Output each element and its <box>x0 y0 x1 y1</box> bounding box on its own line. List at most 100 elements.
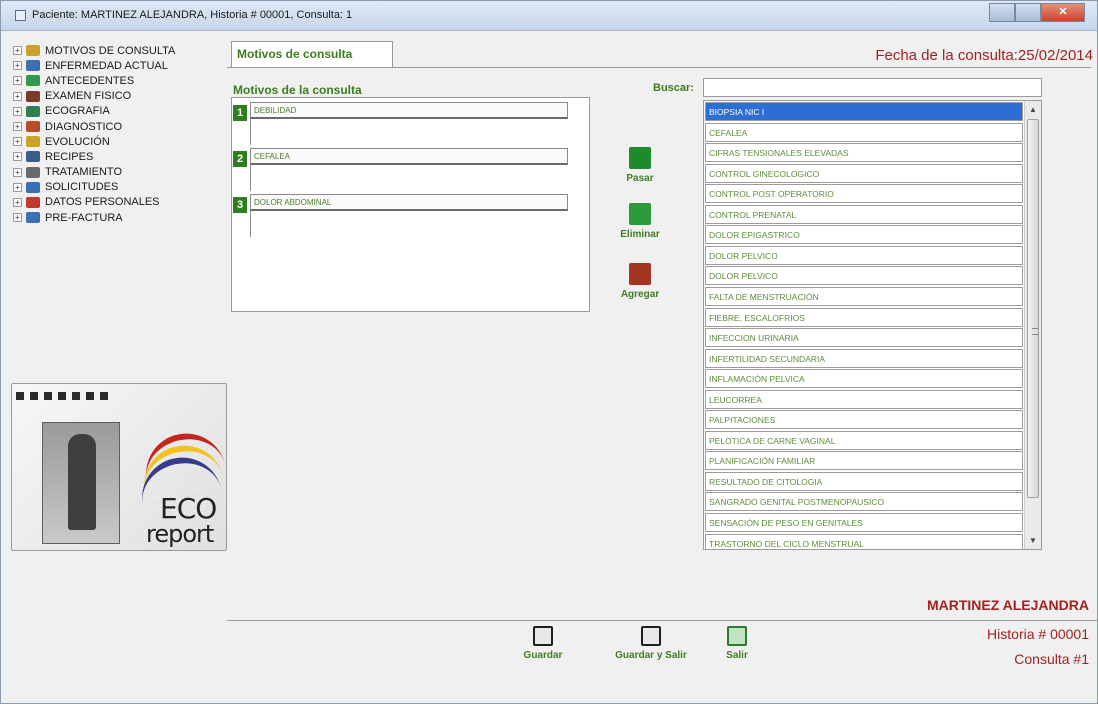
minimize-button[interactable] <box>989 3 1015 22</box>
salir-label: Salir <box>726 650 748 661</box>
exit-door-icon <box>727 626 747 646</box>
expand-icon[interactable]: + <box>13 106 22 116</box>
agregar-button[interactable]: Agregar <box>610 263 670 300</box>
list-item[interactable]: DOLOR EPIGASTRICO <box>705 225 1023 245</box>
tree-item[interactable]: + DIAGNOSTICO <box>13 119 218 134</box>
tree-item-label: PRE-FACTURA <box>45 211 123 224</box>
monitor-icon <box>26 105 40 117</box>
tree-item-label: SOLICITUDES <box>45 181 119 194</box>
list-item[interactable]: BIOPSIA NIC I <box>705 102 1023 121</box>
pasar-button[interactable]: Pasar <box>610 147 670 184</box>
tree-item[interactable]: + EXAMEN FISICO <box>13 89 218 104</box>
guardar-button[interactable]: Guardar <box>522 626 564 661</box>
motivo-notes-field[interactable] <box>250 165 568 191</box>
list-item[interactable]: FIEBRE, ESCALOFRIOS <box>705 307 1023 327</box>
expand-icon[interactable]: + <box>13 197 22 207</box>
tree-item-label: ANTECEDENTES <box>45 74 135 87</box>
logo-film-dots <box>16 392 108 400</box>
list-item[interactable]: SENSACIÓN DE PESO EN GENITALES <box>705 513 1023 532</box>
tree-item[interactable]: + EVOLUCIÓN <box>13 134 218 149</box>
tree-item[interactable]: + SOLICITUDES <box>13 180 218 195</box>
scroll-thumb[interactable] <box>1027 119 1039 498</box>
motivo-notes-field[interactable] <box>250 211 568 237</box>
scroll-up-arrow[interactable]: ▲ <box>1025 101 1041 118</box>
expand-icon[interactable]: + <box>13 76 22 86</box>
tree-item[interactable]: + RECIPES <box>13 149 218 164</box>
tab-motivos-de-consulta[interactable]: Motivos de consulta <box>231 41 393 67</box>
invoice-icon <box>26 212 40 224</box>
logo-text-report: report <box>146 520 214 548</box>
guardar-y-salir-label: Guardar y Salir <box>615 650 687 661</box>
tree-item[interactable]: + TRATAMIENTO <box>13 165 218 180</box>
motivos-panel: 1 DEBILIDAD 2 CEFALEA 3 DOLOR ABDOMINAL <box>231 97 590 312</box>
chart-icon <box>26 60 40 72</box>
close-button[interactable]: ✕ <box>1041 3 1085 22</box>
motivo-number: 1 <box>233 105 247 121</box>
consultation-date: Fecha de la consulta:25/02/2014 <box>875 47 1093 64</box>
list-item[interactable]: RESULTADO DE CITOLOGIA <box>705 471 1023 491</box>
tree-item-label: RECIPES <box>45 150 94 163</box>
people-icon <box>26 151 40 163</box>
bird-icon <box>26 121 40 133</box>
list-item[interactable]: FALTA DE MENSTRUACIÓN <box>705 286 1023 306</box>
list-item[interactable]: PLANIFICACIÓN FAMILIAR <box>705 451 1023 471</box>
list-item[interactable]: INFLAMACIÓN PELVICA <box>705 369 1023 389</box>
tree-item[interactable]: + PRE-FACTURA <box>13 210 218 225</box>
list-item[interactable]: SANGRADO GENITAL POSTMENOPAUSICO <box>705 492 1023 512</box>
expand-icon[interactable]: + <box>13 137 22 147</box>
expand-icon[interactable]: + <box>13 91 22 101</box>
guardar-y-salir-button[interactable]: Guardar y Salir <box>601 626 701 661</box>
pasar-label: Pasar <box>626 173 654 184</box>
expand-icon[interactable]: + <box>13 122 22 132</box>
eliminar-button[interactable]: Eliminar <box>610 203 670 240</box>
globe-icon <box>26 75 40 87</box>
list-item[interactable]: TRASTORNO DEL CICLO MENSTRUAL <box>705 533 1023 549</box>
window-controls: ✕ <box>989 3 1085 22</box>
tree-item[interactable]: + DATOS PERSONALES <box>13 195 218 210</box>
list-item[interactable]: CONTROL GINECOLOGICO <box>705 163 1023 183</box>
list-item[interactable]: INFERTILIDAD SECUNDARIA <box>705 348 1023 368</box>
tree-item[interactable]: + ECOGRAFIA <box>13 104 218 119</box>
globe-icon <box>26 181 40 193</box>
tree-item-label: ENFERMEDAD ACTUAL <box>45 59 168 72</box>
list-item[interactable]: PALPITACIONES <box>705 410 1023 430</box>
eco-report-logo: ECO report <box>11 383 227 551</box>
title-bar[interactable]: Paciente: MARTINEZ ALEJANDRA, Historia #… <box>1 1 1097 31</box>
tree-item[interactable]: + MOTIVOS DE CONSULTA <box>13 43 218 58</box>
list-item[interactable]: INFECCION URINARIA <box>705 328 1023 348</box>
door-enter-icon <box>629 263 651 285</box>
save-exit-icon <box>641 626 661 646</box>
tree-item[interactable]: + ENFERMEDAD ACTUAL <box>13 58 218 73</box>
grid-icon <box>26 166 40 178</box>
tree-item[interactable]: + ANTECEDENTES <box>13 73 218 88</box>
motivos-section-label: Motivos de la consulta <box>233 83 362 97</box>
expand-icon[interactable]: + <box>13 167 22 177</box>
list-item[interactable]: CONTROL PRENATAL <box>705 204 1023 224</box>
expand-icon[interactable]: + <box>13 182 22 192</box>
list-item[interactable]: CIFRAS TENSIONALES ELEVADAS <box>705 143 1023 163</box>
motivo-notes-field[interactable] <box>250 119 568 145</box>
list-item[interactable]: DOLOR PELVICO <box>705 266 1023 286</box>
list-scrollbar[interactable]: ▲ ▼ <box>1024 101 1041 549</box>
list-item[interactable]: PELOTICA DE CARNE VAGINAL <box>705 430 1023 450</box>
expand-icon[interactable]: + <box>13 213 22 223</box>
motivos-catalog-list[interactable]: ▲ ▼ BIOPSIA NIC I CEFALEA CIFRAS TENSIONAL… <box>703 100 1042 550</box>
tree-item-label: TRATAMIENTO <box>45 166 122 179</box>
list-item[interactable]: CONTROL POST OPERATORIO <box>705 184 1023 204</box>
apple-icon <box>26 196 40 208</box>
app-icon <box>15 10 26 21</box>
agregar-label: Agregar <box>620 289 660 300</box>
window-title: Paciente: MARTINEZ ALEJANDRA, Historia #… <box>32 9 353 21</box>
expand-icon[interactable]: + <box>13 61 22 71</box>
list-item[interactable]: CEFALEA <box>705 122 1023 142</box>
list-item[interactable]: LEUCORREA <box>705 389 1023 409</box>
scroll-down-arrow[interactable]: ▼ <box>1025 532 1041 549</box>
search-input[interactable] <box>703 78 1042 97</box>
maximize-button[interactable] <box>1015 3 1041 22</box>
motivo-number: 3 <box>233 197 247 213</box>
motivo-title: DOLOR ABDOMINAL <box>250 194 568 211</box>
salir-button[interactable]: Salir <box>717 626 757 661</box>
expand-icon[interactable]: + <box>13 46 22 56</box>
expand-icon[interactable]: + <box>13 152 22 162</box>
list-item[interactable]: DOLOR PELVICO <box>705 245 1023 265</box>
